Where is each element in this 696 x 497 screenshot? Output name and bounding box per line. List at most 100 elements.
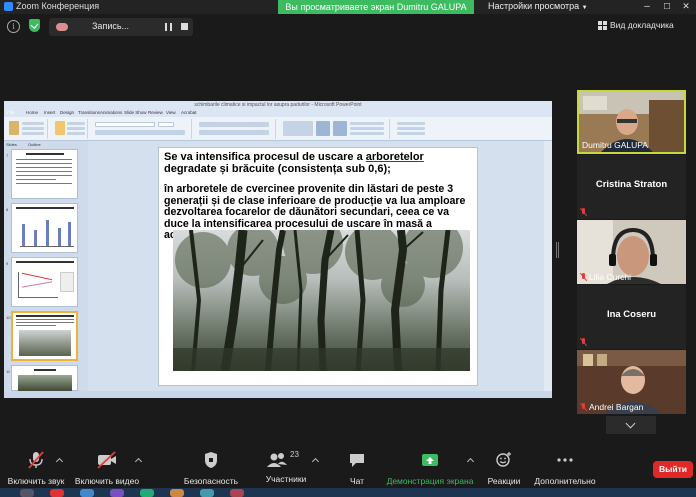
ppt-ribbon	[4, 117, 552, 141]
app-name: Zoom Конференция	[16, 1, 100, 11]
unmute-audio-button[interactable]: Включить звук	[4, 450, 68, 488]
taskbar-app-icon[interactable]	[230, 489, 244, 497]
reactions-button[interactable]: Реакции	[484, 450, 524, 488]
video-off-icon	[97, 451, 116, 469]
participant-tile[interactable]: Ina Coseru	[577, 285, 686, 349]
smiley-plus-icon	[496, 452, 511, 467]
recording-label: Запись...	[92, 21, 130, 31]
participant-tile[interactable]: Cristina Straton	[577, 155, 686, 219]
ppt-tab: File	[7, 110, 15, 115]
pause-recording-icon[interactable]	[165, 23, 172, 31]
taskbar-app-icon[interactable]	[170, 489, 184, 497]
share-screen-label: Демонстрация экрана	[386, 476, 474, 486]
close-button[interactable]: ✕	[677, 0, 695, 14]
taskbar-app-icon[interactable]	[20, 489, 34, 497]
slide-thumbnail[interactable]	[11, 257, 78, 307]
participants-label: Участники	[265, 474, 307, 484]
current-slide: Se va intensifica procesul de uscare a a…	[158, 147, 478, 386]
slide-heading: Se va intensifica procesul de uscare a a…	[164, 151, 476, 175]
audio-label: Включить звук	[7, 476, 65, 486]
taskbar-app-icon[interactable]	[200, 489, 214, 497]
stop-recording-icon[interactable]	[181, 23, 188, 30]
scroll-participants-down-button[interactable]	[606, 416, 656, 434]
ribbon-group-slides	[52, 119, 88, 139]
meeting-toolbar: Включить звук Включить видео Безопасност…	[0, 450, 696, 488]
taskbar-app-icon[interactable]	[140, 489, 154, 497]
ppt-status-bar	[4, 391, 552, 398]
ppt-ribbon-tabs: File Home Insert Design Transitions Anim…	[4, 109, 552, 125]
encryption-shield-icon[interactable]	[29, 19, 40, 32]
panel-resize-handle[interactable]	[556, 242, 559, 258]
participants-options-caret[interactable]	[311, 457, 320, 466]
slide-number: 10	[6, 315, 11, 320]
participant-tile[interactable]: Lilia Curchi	[577, 220, 686, 284]
chat-button[interactable]: Чат	[340, 450, 374, 488]
slide-thumbnail-selected[interactable]	[11, 311, 78, 361]
share-screen-icon	[422, 454, 438, 466]
mic-muted-icon	[580, 273, 587, 281]
slide-number: 7	[6, 153, 9, 158]
minimize-button[interactable]: –	[638, 0, 656, 14]
more-button[interactable]: Дополнительно	[534, 450, 596, 488]
ribbon-group-font	[92, 119, 192, 139]
slide-thumbnail[interactable]	[11, 365, 78, 391]
mic-muted-icon	[580, 338, 587, 346]
participant-name-row: Andrei Bargan	[580, 402, 643, 412]
participant-name: Andrei Bargan	[589, 402, 644, 412]
security-button[interactable]: Безопасность	[180, 450, 242, 488]
title-bar: Zoom Конференция Вы просматриваете экран…	[0, 0, 696, 14]
screen-share-banner: Вы просматриваете экран Dumitru GALUPA	[278, 0, 474, 14]
slide-thumbnail[interactable]	[11, 149, 78, 199]
ppt-tab: Home	[26, 110, 39, 115]
leave-meeting-button[interactable]: Выйти	[653, 461, 693, 478]
participant-name: Ina Coseru	[606, 309, 657, 320]
chat-bubble-icon	[350, 454, 364, 467]
info-icon[interactable]: i	[7, 20, 20, 33]
slide-heading-pre: Se va intensifica procesul de uscare a	[164, 151, 366, 163]
pane-tab-slides[interactable]: Slides	[6, 142, 17, 147]
speaker-view-label: Вид докладчика	[610, 20, 674, 30]
zoom-logo-icon	[4, 1, 13, 11]
participants-button[interactable]: 23 Участники	[260, 450, 312, 488]
slide-heading-link: arboretelor	[365, 151, 424, 163]
participants-icon	[267, 453, 287, 467]
os-taskbar	[0, 488, 696, 497]
view-settings-menu[interactable]: Настройки просмотра ▼	[488, 1, 588, 11]
maximize-button[interactable]: ☐	[658, 0, 676, 14]
ribbon-group-clipboard	[6, 119, 48, 139]
slide-thumbnail[interactable]	[11, 203, 78, 253]
start-video-button[interactable]: Включить видео	[74, 450, 140, 488]
ppt-window-title: schimbarile climatice si impactul lor as…	[4, 101, 552, 109]
caret-down-icon: ▼	[581, 5, 588, 11]
ribbon-group-paragraph	[196, 119, 276, 139]
speaker-view-button[interactable]: Вид докладчика	[598, 20, 674, 30]
grid-view-icon	[598, 20, 607, 30]
taskbar-app-icon[interactable]	[80, 489, 94, 497]
ppt-tab: Acrobat	[181, 110, 197, 115]
forest-photo	[173, 230, 470, 371]
security-label: Безопасность	[183, 476, 239, 486]
mic-muted-icon	[580, 403, 587, 411]
chat-label: Чат	[349, 476, 365, 486]
share-screen-button[interactable]: Демонстрация экрана	[384, 450, 476, 488]
slide-number: 11	[6, 369, 11, 374]
participant-tile[interactable]: Andrei Bargan	[577, 350, 686, 414]
ppt-tab: Animations	[100, 110, 123, 115]
ppt-tab: View	[166, 110, 176, 115]
app-title: Zoom Конференция	[4, 1, 99, 11]
participant-tile-active[interactable]: Dumitru GALUPA	[577, 90, 686, 154]
participant-name: Dumitru GALUPA	[582, 140, 648, 150]
taskbar-app-icon[interactable]	[110, 489, 124, 497]
ppt-scrollbar[interactable]	[544, 141, 552, 391]
participant-name-row: Lilia Curchi	[580, 272, 631, 282]
pane-tab-outline[interactable]: Outline	[28, 142, 41, 147]
pane-tabs: Slides Outline	[6, 142, 86, 148]
slide-heading-post: degradate și brăcuite (consistența sub 0…	[164, 163, 391, 175]
slide-number: 8	[6, 207, 9, 212]
taskbar-app-icon[interactable]	[50, 489, 64, 497]
meeting-top-bar: i Запись... Вид докладчика	[0, 14, 696, 40]
more-dots-icon	[557, 458, 573, 462]
slide-editor: Se va intensifica procesul de uscare a a…	[88, 141, 544, 391]
security-shield-icon	[205, 452, 217, 468]
slide-thumbnail-pane: Slides Outline 7 8 9 10 11	[4, 141, 88, 391]
